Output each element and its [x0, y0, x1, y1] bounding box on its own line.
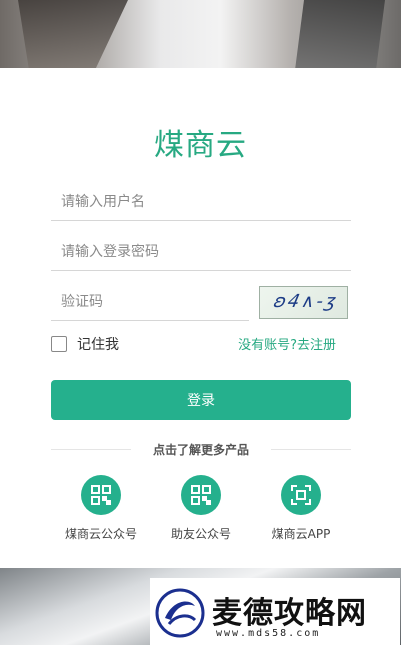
more-products-label: 点击了解更多产品 — [152, 443, 249, 457]
captcha-input[interactable] — [51, 283, 249, 321]
remember-me[interactable]: 记住我 — [51, 333, 119, 355]
scan-icon — [281, 475, 321, 515]
product-item-meishangyun-app[interactable]: 煤商云APP — [251, 475, 351, 542]
products-row: 煤商云公众号 助友公众号 煤商云APP — [51, 475, 351, 545]
qr-code-icon — [181, 475, 221, 515]
crane-shape — [295, 0, 385, 70]
register-link[interactable]: 没有账号?去注册 — [238, 334, 336, 353]
login-button[interactable]: 登录 — [51, 380, 351, 420]
crane-shape — [18, 0, 128, 70]
watermark-url: www.mds58.com — [216, 628, 321, 639]
remember-checkbox[interactable] — [51, 336, 67, 352]
product-item-meishangyun-wechat[interactable]: 煤商云公众号 — [51, 475, 151, 542]
product-item-zhuyou-wechat[interactable]: 助友公众号 — [151, 475, 251, 542]
login-card: 煤商云 ʚ4∧-ʒ 记住我 没有账号?去注册 登录 点击了解更多产品 煤商云公众… — [0, 68, 401, 568]
product-label: 煤商云公众号 — [64, 527, 137, 541]
qr-code-icon — [81, 475, 121, 515]
background-photo-top — [0, 0, 401, 70]
password-input[interactable] — [51, 233, 351, 271]
product-label: 助友公众号 — [170, 527, 231, 541]
watermark: 麦德攻略网 www.mds58.com — [150, 578, 400, 645]
remember-label: 记住我 — [77, 337, 119, 353]
captcha-text: ʚ4∧-ʒ — [271, 291, 340, 312]
captcha-image[interactable]: ʚ4∧-ʒ — [259, 286, 348, 319]
app-title: 煤商云 — [154, 128, 247, 163]
more-products-divider: 点击了解更多产品 — [51, 441, 351, 457]
watermark-text: 麦德攻略网 — [212, 596, 367, 631]
username-input[interactable] — [51, 183, 351, 221]
watermark-logo-icon — [155, 588, 205, 638]
product-label: 煤商云APP — [271, 527, 331, 541]
